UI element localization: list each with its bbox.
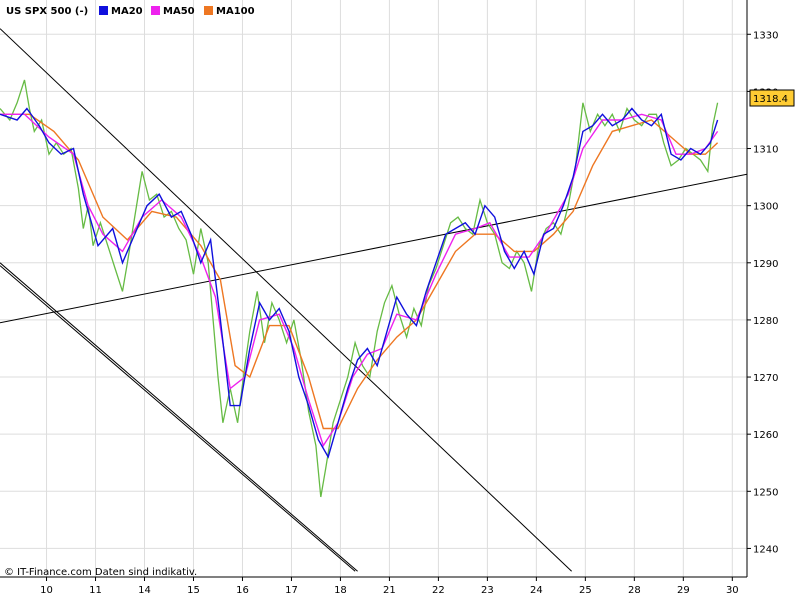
x-tick-label: 15	[187, 585, 200, 596]
x-tick-label: 18	[334, 585, 347, 596]
legend-label-ma20: MA20	[111, 6, 143, 17]
x-tick-label: 28	[628, 585, 641, 596]
price-chart: 1240125012601270128012901300131013201330…	[0, 0, 800, 600]
legend-swatch-ma20	[99, 6, 108, 15]
last-value-marker: 1318.4	[749, 89, 795, 107]
y-tick-label: 1260	[753, 430, 778, 441]
footer-note: © IT-Finance.com Daten sind indikativ.	[4, 567, 197, 578]
chart-title: US SPX 500 (-)	[6, 6, 88, 17]
legend-swatch-ma100	[204, 6, 213, 15]
y-tick-label: 1300	[753, 202, 778, 213]
y-tick-label: 1330	[753, 30, 778, 41]
x-tick-label: 25	[579, 585, 592, 596]
y-tick-label: 1250	[753, 487, 778, 498]
legend: US SPX 500 (-) MA20 MA50 MA100	[6, 6, 255, 17]
y-tick-label: 1240	[753, 544, 778, 555]
x-axis-ticks: 10 11 14 15 16 17 18 21 22 23 24 25 28 29 30	[40, 577, 739, 596]
legend-label-ma50: MA50	[163, 6, 195, 17]
x-tick-label: 30	[726, 585, 739, 596]
y-tick-label: 1270	[753, 373, 778, 384]
y-tick-label: 1280	[753, 316, 778, 327]
x-tick-label: 22	[432, 585, 445, 596]
x-tick-label: 29	[677, 585, 690, 596]
legend-swatch-ma50	[151, 6, 160, 15]
x-tick-label: 24	[530, 585, 543, 596]
x-tick-label: 11	[89, 585, 102, 596]
x-tick-label: 23	[481, 585, 494, 596]
x-tick-label: 10	[40, 585, 53, 596]
x-tick-label: 14	[138, 585, 151, 596]
legend-label-ma100: MA100	[216, 6, 255, 17]
x-tick-label: 21	[383, 585, 396, 596]
x-tick-label: 17	[285, 585, 298, 596]
x-tick-label: 16	[236, 585, 249, 596]
last-value-label: 1318.4	[753, 94, 788, 105]
y-tick-label: 1310	[753, 145, 778, 156]
chart-background	[0, 0, 800, 600]
y-tick-label: 1290	[753, 259, 778, 270]
